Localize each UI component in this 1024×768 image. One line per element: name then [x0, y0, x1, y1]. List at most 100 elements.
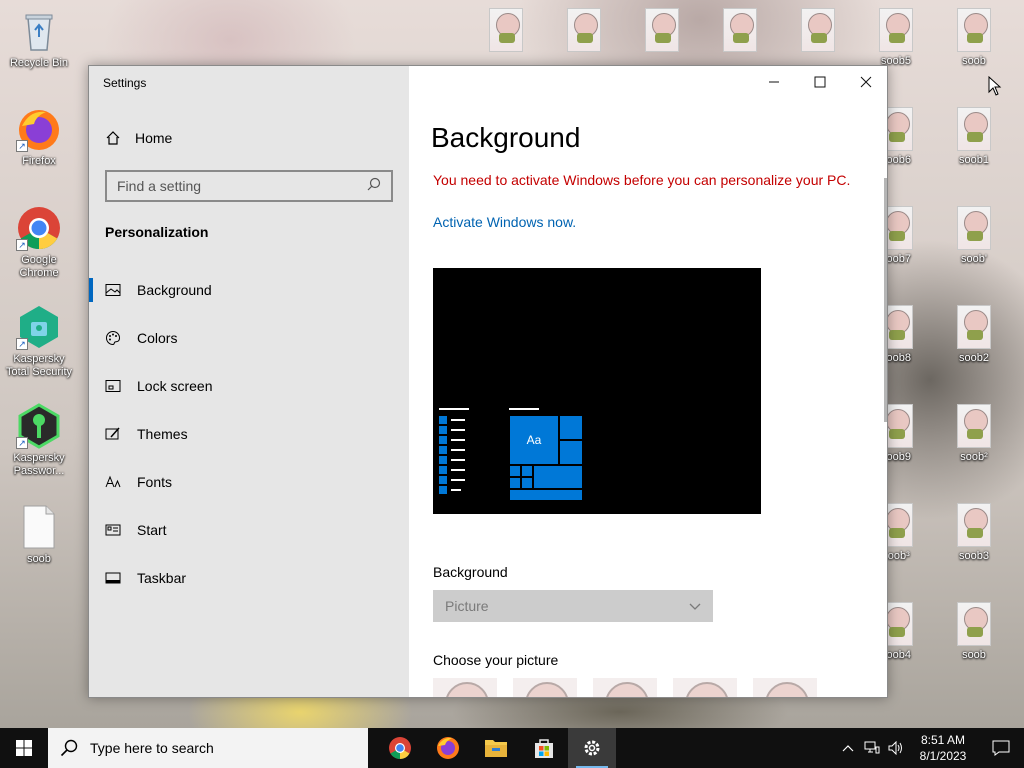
soob-image-icon	[957, 107, 991, 151]
desktop-icon-label: Firefox	[22, 155, 56, 167]
nav-item-label: Fonts	[137, 474, 173, 490]
minimize-button[interactable]	[751, 66, 797, 98]
desktop-icon-label: soob1	[959, 154, 989, 166]
activation-warning: You need to activate Windows before you …	[433, 172, 851, 188]
background-type-label: Background	[433, 564, 508, 580]
desktop-icon-soob-top-5[interactable]	[780, 8, 856, 55]
soob-image-icon	[801, 8, 835, 52]
chrome-icon	[389, 737, 411, 759]
volume-icon[interactable]	[884, 728, 908, 768]
desktop-icon-recycle-bin[interactable]: Recycle Bin	[1, 8, 77, 70]
desktop-icon-label: Google Chrome	[19, 254, 59, 279]
start-button[interactable]	[0, 728, 48, 768]
action-center-button[interactable]	[978, 728, 1024, 768]
soob-image-icon	[957, 206, 991, 250]
nav-item-background[interactable]: Background	[89, 266, 409, 314]
windows-logo-icon	[16, 740, 32, 756]
desktop-icon-soob3[interactable]: soob3	[936, 503, 1012, 563]
home-label: Home	[135, 130, 173, 146]
desktop-icon-google-chrome[interactable]: ↗ Google Chrome	[1, 205, 77, 280]
taskbar-settings[interactable]	[568, 728, 616, 768]
close-icon	[860, 76, 872, 88]
picture-thumbnail[interactable]	[593, 678, 657, 697]
desktop-icon-soob-top-1[interactable]	[468, 8, 544, 55]
content-scrollbar[interactable]	[884, 178, 887, 422]
minimize-icon	[769, 81, 779, 83]
chevron-up-icon[interactable]	[836, 728, 860, 768]
picture-thumbnail[interactable]	[513, 678, 577, 697]
nav-item-start[interactable]: Start	[89, 506, 409, 554]
desktop-icon-soob5[interactable]: soob5	[858, 8, 934, 68]
preview-tiles: Aa	[509, 408, 583, 501]
maximize-icon	[814, 76, 826, 88]
window-title: Settings	[103, 76, 147, 90]
desktop-icon-soob-bottom[interactable]: soob	[936, 602, 1012, 662]
lock-screen-icon	[105, 378, 121, 394]
taskbar-search-placeholder: Type here to search	[90, 740, 214, 756]
background-select-value: Picture	[445, 598, 489, 614]
desktop-icon-kaspersky-total-security[interactable]: ↗ Kaspersky Total Security	[1, 304, 77, 379]
shortcut-arrow-icon: ↗	[16, 437, 28, 449]
find-setting-input[interactable]	[117, 178, 367, 194]
close-button[interactable]	[843, 66, 887, 98]
picture-thumbnail[interactable]	[673, 678, 737, 697]
fonts-icon	[105, 474, 121, 490]
network-icon[interactable]	[860, 728, 884, 768]
desktop-icon-soob-sup2[interactable]: soob²	[936, 404, 1012, 464]
background-type-select[interactable]: Picture	[433, 590, 713, 622]
desktop-icon-label: Kaspersky Total Security	[5, 353, 73, 378]
clock-date: 8/1/2023	[919, 749, 967, 763]
blank-file-icon	[16, 504, 62, 550]
maximize-button[interactable]	[797, 66, 843, 98]
taskbar-chrome[interactable]	[376, 728, 424, 768]
desktop-icon-label: soob2	[959, 352, 989, 364]
nav-item-taskbar[interactable]: Taskbar	[89, 554, 409, 602]
kaspersky-total-security-icon: ↗	[16, 304, 62, 350]
recycle-bin-icon	[16, 8, 62, 54]
nav-item-themes[interactable]: Themes	[89, 410, 409, 458]
desktop-icon-label: Recycle Bin	[9, 57, 69, 69]
taskbar-clock[interactable]: 8:51 AM 8/1/2023	[908, 732, 978, 764]
desktop-icon-soob2[interactable]: soob2	[936, 305, 1012, 365]
nav-item-label: Taskbar	[137, 570, 187, 586]
taskbar-firefox[interactable]	[424, 728, 472, 768]
soob-image-icon	[957, 404, 991, 448]
picture-thumbnail[interactable]	[433, 678, 497, 697]
desktop-icon-soob1[interactable]: soob1	[936, 107, 1012, 167]
desktop-icon-label: soob	[962, 55, 986, 67]
desktop-icon-label: Kaspersky Passwor...	[13, 452, 65, 477]
system-tray: 8:51 AM 8/1/2023	[836, 728, 1024, 768]
taskbar-microsoft-store[interactable]	[520, 728, 568, 768]
home-nav-item[interactable]: Home	[105, 130, 172, 146]
nav-item-lock-screen[interactable]: Lock screen	[89, 362, 409, 410]
desktop-icon-soob-top-4[interactable]	[702, 8, 778, 55]
desktop-icon-kaspersky-password[interactable]: ↗ Kaspersky Passwor...	[1, 403, 77, 478]
find-setting-search-box[interactable]	[105, 170, 393, 202]
soob-image-icon	[879, 8, 913, 52]
desktop-icon-firefox[interactable]: ↗ Firefox	[1, 106, 77, 168]
soob-image-icon	[957, 305, 991, 349]
desktop-icon-soob-top-3[interactable]	[624, 8, 700, 55]
soob-image-icon	[957, 8, 991, 52]
kaspersky-password-icon: ↗	[16, 403, 62, 449]
desktop-icon-soob-top-2[interactable]	[546, 8, 622, 55]
desktop-icon-label: soob'	[961, 253, 987, 265]
nav-item-fonts[interactable]: Fonts	[89, 458, 409, 506]
soob-image-icon	[957, 503, 991, 547]
settings-sidebar: Settings Home Personalization Background	[89, 66, 409, 697]
picture-icon	[105, 282, 121, 298]
nav-item-colors[interactable]: Colors	[89, 314, 409, 362]
taskbar-search-box[interactable]: Type here to search	[48, 728, 368, 768]
desktop-icon-soob-prime[interactable]: soob'	[936, 206, 1012, 266]
nav-item-label: Lock screen	[137, 378, 213, 394]
desktop-icon-soob-file[interactable]: soob	[1, 504, 77, 566]
desktop-icon-label: soob	[27, 553, 51, 565]
picture-thumbnail[interactable]	[753, 678, 817, 697]
desktop-icon-soob-top-7[interactable]: soob	[936, 8, 1012, 68]
firefox-icon	[437, 737, 459, 759]
activate-windows-link[interactable]: Activate Windows now.	[433, 214, 576, 230]
mouse-cursor-icon	[988, 76, 1002, 96]
search-icon[interactable]	[367, 177, 381, 196]
soob-image-icon	[645, 8, 679, 52]
taskbar-file-explorer[interactable]	[472, 728, 520, 768]
